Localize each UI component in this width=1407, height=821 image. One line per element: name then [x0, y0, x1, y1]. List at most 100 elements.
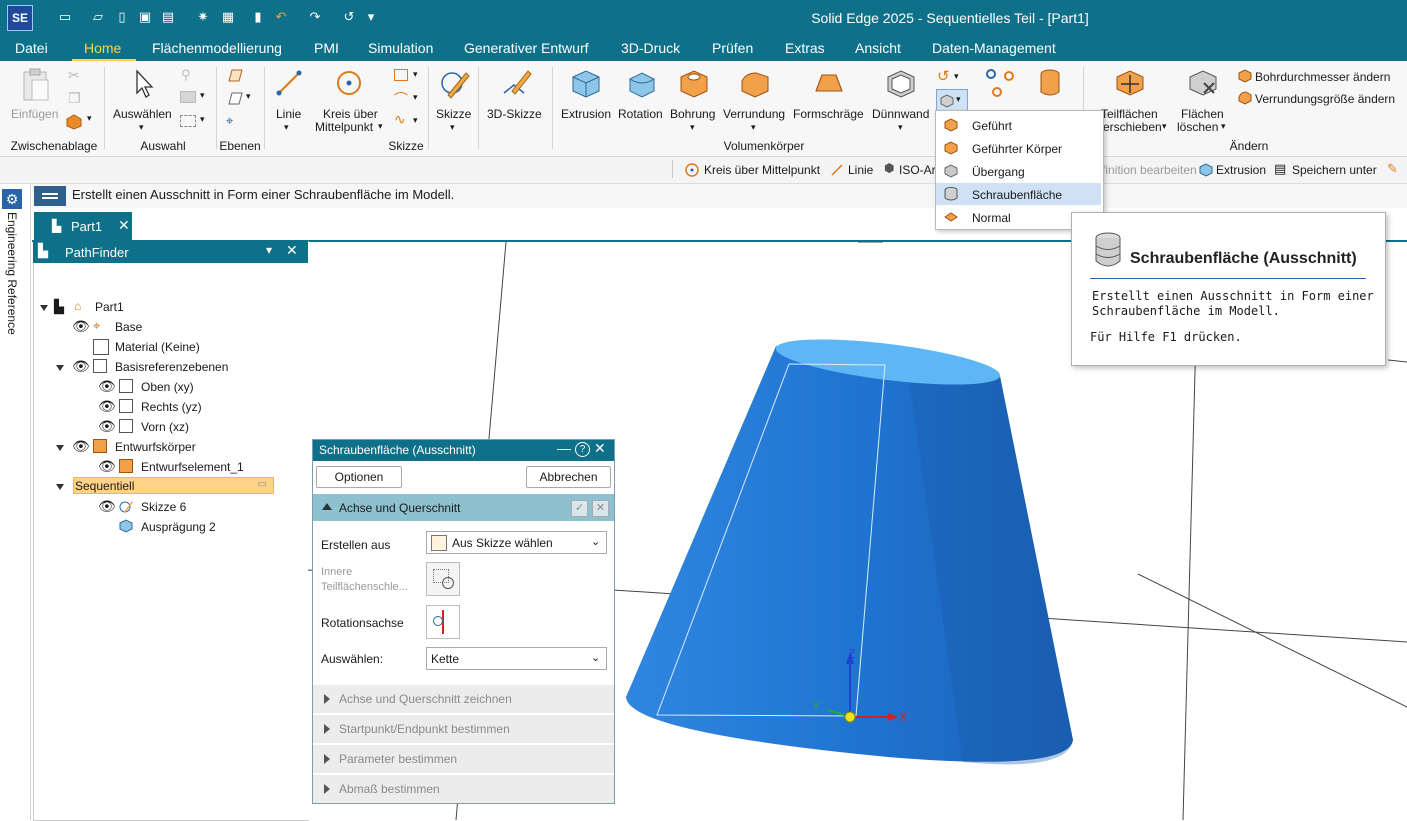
paint-format-dropdown-icon[interactable]: ▾: [87, 113, 92, 124]
reject-step-icon[interactable]: ✕: [592, 500, 609, 517]
settings-icon[interactable]: ✷: [194, 8, 212, 26]
step-header-axis-section[interactable]: Achse und Querschnitt ✓ ✕: [313, 494, 614, 521]
eye-icon[interactable]: 👁: [98, 458, 116, 475]
sketch-3d-button[interactable]: 3D-Skizze: [487, 107, 542, 121]
delete-faces-icon[interactable]: [1186, 67, 1220, 97]
round-size-button[interactable]: Verrundungsgröße ändern: [1255, 92, 1395, 106]
save-icon[interactable]: ▣: [136, 8, 154, 26]
tree-item-extrude[interactable]: Ausprägung 2: [141, 520, 216, 540]
tree-item-right[interactable]: Rechts (yz): [141, 400, 202, 420]
eye-icon[interactable]: 👁: [72, 358, 90, 375]
coordinate-system-icon[interactable]: ⌖: [226, 113, 233, 129]
quick-line[interactable]: Linie: [848, 163, 873, 177]
sketch-3d-icon[interactable]: [500, 67, 534, 99]
prompt-bar-menu-icon[interactable]: [34, 186, 66, 206]
plane-icon[interactable]: [226, 67, 244, 85]
save-as-icon[interactable]: ▤: [159, 8, 177, 26]
open-copy-icon[interactable]: ▯: [113, 8, 131, 26]
eye-icon[interactable]: 👁: [98, 398, 116, 415]
circle-button-line2[interactable]: Mittelpunkt: [315, 120, 373, 134]
thinwall-button[interactable]: Dünnwand: [872, 107, 929, 121]
pattern-icon[interactable]: [985, 68, 1017, 98]
rectangle-icon[interactable]: [394, 69, 408, 81]
tab-data-management[interactable]: Daten-Management: [932, 40, 1056, 56]
circle-center-icon[interactable]: [334, 68, 364, 98]
tree-item-sketch[interactable]: Skizze 6: [141, 500, 186, 520]
expand-bodies-icon[interactable]: [56, 445, 64, 451]
tree-item-material[interactable]: Material (Keine): [115, 340, 200, 360]
tree-item-part[interactable]: Part1: [95, 300, 124, 320]
select-arrow-icon[interactable]: [132, 68, 158, 100]
tree-item-front[interactable]: Vorn (xz): [141, 420, 189, 440]
tab-home[interactable]: Home: [84, 40, 121, 56]
eye-icon[interactable]: 👁: [98, 418, 116, 435]
step-extent[interactable]: Abmaß bestimmen: [313, 775, 614, 803]
tab-surfacing[interactable]: Flächenmodellierung: [152, 40, 282, 56]
eye-icon[interactable]: 👁: [72, 318, 90, 335]
circle-button[interactable]: Kreis über: [323, 107, 378, 121]
eye-icon[interactable]: 👁: [98, 378, 116, 395]
cancel-button[interactable]: Abbrechen: [526, 466, 611, 488]
quick-circle[interactable]: Kreis über Mittelpunkt: [704, 163, 820, 177]
eye-icon[interactable]: 👁: [72, 438, 90, 455]
paste-button[interactable]: Einfügen: [11, 107, 58, 121]
filter-icon[interactable]: ⚲: [181, 67, 191, 83]
mirror-icon[interactable]: [1036, 68, 1068, 100]
eye-icon[interactable]: 👁: [98, 498, 116, 515]
paint-format-icon[interactable]: [65, 112, 83, 130]
quick-save-as[interactable]: Speichern unter: [1292, 163, 1377, 177]
select-mode-icon[interactable]: [180, 91, 196, 103]
hole-diameter-button[interactable]: Bohrdurchmesser ändern: [1255, 70, 1390, 84]
redo-icon[interactable]: ↷: [306, 8, 324, 26]
box-select-icon[interactable]: [180, 115, 196, 127]
expand-part-icon[interactable]: [40, 305, 48, 311]
tree-item-base[interactable]: Base: [115, 320, 142, 340]
hole-button[interactable]: Bohrung: [670, 107, 715, 121]
arc-icon[interactable]: ⌒: [394, 89, 408, 109]
more-quick-icon[interactable]: ✎: [1387, 161, 1398, 177]
paste-icon[interactable]: [20, 68, 52, 104]
parallel-plane-icon[interactable]: [226, 90, 244, 108]
engineering-reference-tab[interactable]: Engineering Reference: [5, 212, 19, 335]
quick-edit-definition[interactable]: finition bearbeiten: [1102, 163, 1197, 177]
expand-sequential-icon[interactable]: [56, 484, 64, 490]
menu-item-swept-body[interactable]: Geführter Körper: [936, 137, 1101, 159]
extrusion-icon[interactable]: [569, 67, 603, 99]
step-start-end[interactable]: Startpunkt/Endpunkt bestimmen: [313, 715, 614, 743]
app-logo[interactable]: SE: [7, 5, 33, 31]
document-tab[interactable]: ▙ Part1 ✕: [34, 212, 132, 240]
line-icon[interactable]: [274, 68, 304, 98]
draft-button[interactable]: Formschräge: [793, 107, 864, 121]
tab-inspect[interactable]: Prüfen: [712, 40, 753, 56]
copy-icon[interactable]: ❐: [68, 90, 81, 107]
sketch-icon[interactable]: [438, 67, 470, 99]
pathfinder-close-icon[interactable]: ✕: [286, 242, 298, 259]
close-tab-icon[interactable]: ✕: [118, 217, 130, 234]
accept-step-icon[interactable]: ✓: [571, 500, 588, 517]
quick-extrusion[interactable]: Extrusion: [1216, 163, 1266, 177]
delete-faces-button-line2[interactable]: löschen: [1177, 120, 1218, 134]
tab-generative-design[interactable]: Generativer Entwurf: [464, 40, 589, 56]
repeat-icon[interactable]: ↺: [340, 8, 358, 26]
tab-datei[interactable]: Datei: [15, 40, 48, 56]
customize-qat-icon[interactable]: ▾: [362, 8, 380, 26]
engineering-reference-icon[interactable]: ⚙: [2, 189, 22, 209]
tree-item-refplanes[interactable]: Basisreferenzebenen: [115, 360, 228, 380]
select-button[interactable]: Auswählen: [113, 107, 172, 121]
extrusion-button[interactable]: Extrusion: [561, 107, 611, 121]
open-file-icon[interactable]: ▱: [89, 8, 107, 26]
line-button[interactable]: Linie: [276, 107, 301, 121]
sketch-button[interactable]: Skizze: [436, 107, 471, 121]
close-command-icon[interactable]: ✕: [594, 440, 606, 457]
select-chain-dropdown[interactable]: Kette ⌄: [426, 647, 607, 670]
move-faces-button[interactable]: Teilflächen: [1101, 107, 1158, 121]
undo-icon[interactable]: ↶: [272, 8, 290, 26]
delete-faces-button[interactable]: Flächen: [1181, 107, 1224, 121]
tree-item-top[interactable]: Oben (xy): [141, 380, 194, 400]
curve-icon[interactable]: ∿: [394, 111, 406, 128]
minimize-icon[interactable]: —: [557, 440, 571, 456]
rotation-button[interactable]: Rotation: [618, 107, 663, 121]
step-parameters[interactable]: Parameter bestimmen: [313, 745, 614, 773]
quick-iso[interactable]: ISO-Ar: [899, 163, 936, 177]
tab-tools[interactable]: Extras: [785, 40, 825, 56]
